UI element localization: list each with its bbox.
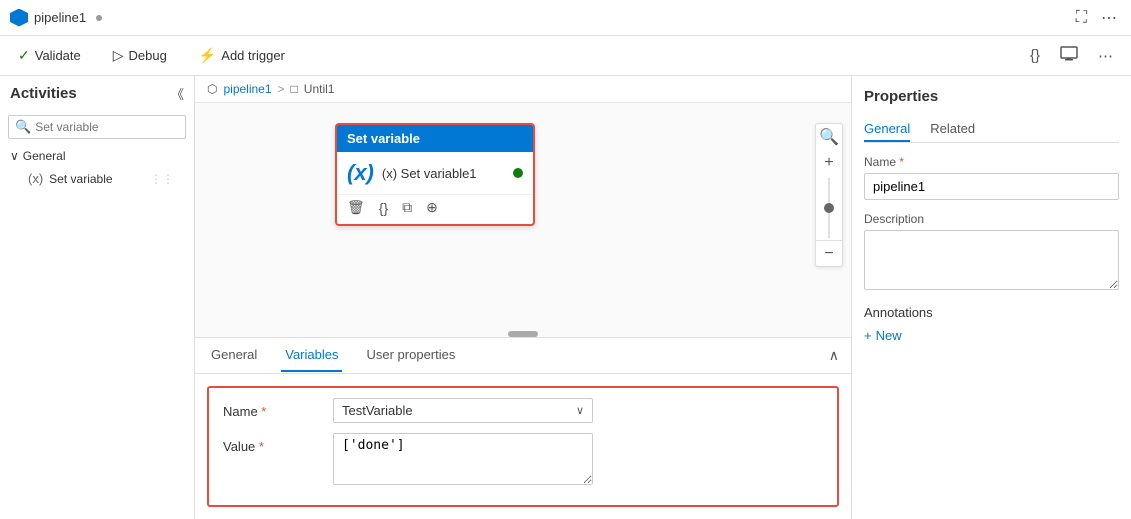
chevron-down-icon: ∨ <box>10 149 19 163</box>
bottom-form-wrapper: Name * TestVariable ∨ Value * ['done'] <box>199 378 847 515</box>
properties-panel: Properties General Related Name * Descri… <box>851 76 1131 519</box>
props-description-textarea[interactable] <box>864 230 1119 290</box>
validate-button[interactable]: ✓ Validate <box>12 43 87 68</box>
panel-collapse-handle[interactable] <box>508 331 538 337</box>
code-button[interactable]: {} <box>1024 43 1046 68</box>
canvas-content: Set variable (x) (x) Set variable1 🗑 {} … <box>195 103 851 337</box>
value-field-label: Value * <box>223 433 323 454</box>
name-field-label: Name * <box>223 398 323 419</box>
pipeline-breadcrumb-label[interactable]: pipeline1 <box>223 82 271 96</box>
activity-node-actions: 🗑 {} ⧉ ⊕ <box>337 194 533 224</box>
activity-node-header: Set variable <box>337 125 533 152</box>
code-activity-icon[interactable]: {} <box>379 200 388 216</box>
value-required-marker: * <box>259 439 264 454</box>
expand-icon[interactable]: ⛶ <box>1072 5 1091 31</box>
tab-variables[interactable]: Variables <box>281 339 342 372</box>
bottom-form-border: Name * TestVariable ∨ Value * ['done'] <box>207 386 839 507</box>
validate-icon: ✓ <box>18 47 30 64</box>
props-description-label: Description <box>864 212 1119 226</box>
container-breadcrumb-icon: □ <box>291 82 298 96</box>
delete-activity-icon[interactable]: 🗑 <box>347 199 365 216</box>
topbar-more-icon[interactable]: ⋯ <box>1097 4 1121 32</box>
activity-status-dot <box>513 168 523 178</box>
tab-user-properties[interactable]: User properties <box>362 339 459 372</box>
collapse-panel-icon[interactable]: ∧ <box>829 347 839 364</box>
breadcrumb-separator: > <box>278 82 285 96</box>
debug-label: Debug <box>129 48 167 63</box>
new-annotation-label: New <box>876 328 902 343</box>
properties-title: Properties <box>864 88 1119 105</box>
activity-node-title: Set variable <box>347 131 420 146</box>
toolbar-right: {} ⋯ <box>1024 41 1119 71</box>
unsaved-dot <box>96 15 102 21</box>
group-label-text: General <box>23 149 66 163</box>
set-variable-icon: (x) <box>28 171 43 186</box>
zoom-in-button[interactable]: + <box>816 150 842 176</box>
bottom-tabs: General Variables User properties ∧ <box>195 338 851 374</box>
props-annotations-field: Annotations + New <box>864 305 1119 343</box>
props-description-field: Description <box>864 212 1119 293</box>
toolbar: ✓ Validate ▷ Debug ⚡ Add trigger {} ⋯ <box>0 36 1131 76</box>
props-name-required: * <box>899 155 904 169</box>
form-row-name: Name * TestVariable ∨ <box>223 398 823 423</box>
search-input[interactable] <box>35 120 179 134</box>
zoom-thumb[interactable] <box>824 203 834 213</box>
sidebar-group-general: ∨ General (x) Set variable ⋮⋮ <box>0 143 194 196</box>
search-icon: 🔍 <box>15 119 31 135</box>
add-trigger-label: Add trigger <box>221 48 285 63</box>
props-annotations-label: Annotations <box>864 305 1119 320</box>
sidebar: Activities 《 🔍 ∨ General (x) Set variabl… <box>0 76 195 519</box>
drag-handle-icon: ⋮⋮ <box>150 172 174 186</box>
tab-general[interactable]: General <box>207 339 261 372</box>
zoom-out-button[interactable]: − <box>816 240 842 266</box>
sidebar-header: Activities 《 <box>0 76 194 111</box>
activity-node[interactable]: Set variable (x) (x) Set variable1 🗑 {} … <box>335 123 535 226</box>
props-tabs: General Related <box>864 117 1119 143</box>
pipeline-title: pipeline1 <box>34 10 86 25</box>
search-box[interactable]: 🔍 <box>8 115 186 139</box>
add-activity-icon[interactable]: ⊕ <box>426 199 438 216</box>
form-row-value: Value * ['done'] <box>223 433 823 485</box>
props-tab-general[interactable]: General <box>864 117 910 142</box>
breadcrumb: ⬡ pipeline1 > □ Until1 <box>195 76 851 103</box>
monitor-button[interactable] <box>1054 41 1084 71</box>
add-annotation-button[interactable]: + New <box>864 328 1119 343</box>
zoom-controls: 🔍 + − <box>815 123 843 267</box>
activity-node-icon: (x) <box>347 160 374 186</box>
sidebar-group-label[interactable]: ∨ General <box>10 149 184 163</box>
props-name-field: Name * <box>864 155 1119 200</box>
name-select-arrow-icon: ∨ <box>576 404 584 417</box>
toolbar-more-icon[interactable]: ⋯ <box>1092 43 1119 69</box>
validate-label: Validate <box>35 48 81 63</box>
debug-icon: ▷ <box>113 47 124 64</box>
plus-icon: + <box>864 328 872 343</box>
value-textarea[interactable]: ['done'] <box>333 433 593 485</box>
pipeline-breadcrumb-icon: ⬡ <box>207 82 217 96</box>
sidebar-title: Activities <box>10 85 77 102</box>
name-select[interactable]: TestVariable ∨ <box>333 398 593 423</box>
sidebar-item-set-variable[interactable]: (x) Set variable ⋮⋮ <box>10 167 184 190</box>
add-trigger-button[interactable]: ⚡ Add trigger <box>193 43 291 68</box>
activity-node-body: (x) (x) Set variable1 <box>337 152 533 194</box>
app-logo <box>10 9 28 27</box>
bottom-panel: General Variables User properties ∧ Name… <box>195 337 851 519</box>
props-name-label: Name * <box>864 155 1119 169</box>
zoom-track <box>828 178 830 238</box>
trigger-icon: ⚡ <box>199 47 216 64</box>
activity-node-name: (x) Set variable1 <box>382 166 477 181</box>
name-select-value: TestVariable <box>342 403 413 418</box>
sidebar-item-label: Set variable <box>49 172 112 186</box>
copy-activity-icon[interactable]: ⧉ <box>402 199 412 216</box>
main-layout: Activities 《 🔍 ∨ General (x) Set variabl… <box>0 76 1131 519</box>
search-zoom-icon[interactable]: 🔍 <box>816 124 842 150</box>
top-bar: pipeline1 ⛶ ⋯ <box>0 0 1131 36</box>
props-tab-related[interactable]: Related <box>930 117 975 142</box>
collapse-left-icon[interactable]: 《 <box>171 84 184 103</box>
props-name-input[interactable] <box>864 173 1119 200</box>
canvas-area: ⬡ pipeline1 > □ Until1 Set variable (x) … <box>195 76 851 337</box>
container-breadcrumb-label: Until1 <box>304 82 335 96</box>
name-required-marker: * <box>261 404 266 419</box>
debug-button[interactable]: ▷ Debug <box>107 43 173 68</box>
sidebar-collapse-icons[interactable]: 《 <box>171 84 184 103</box>
